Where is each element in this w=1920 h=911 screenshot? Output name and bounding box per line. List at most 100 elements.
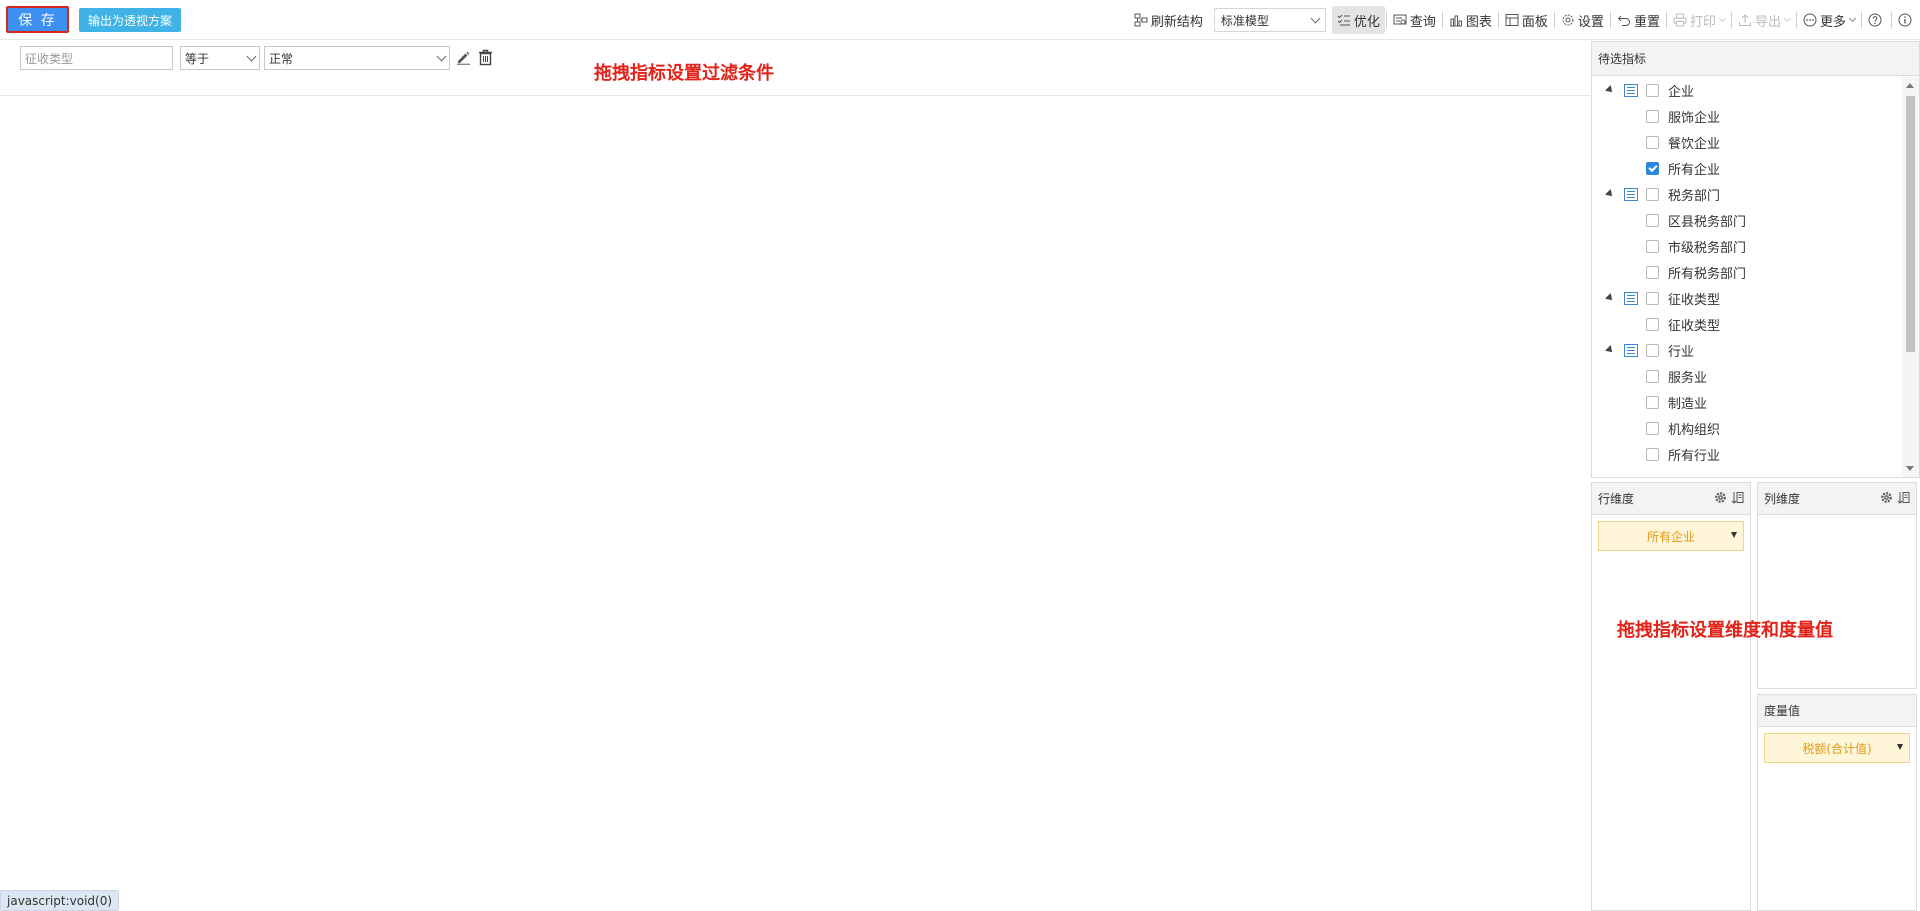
filter-value-select[interactable]: 正常 <box>264 46 450 70</box>
help-button[interactable] <box>1863 8 1890 32</box>
gear-icon[interactable] <box>1714 491 1727 507</box>
chart-button[interactable]: 图表 <box>1444 8 1497 32</box>
tree-group-label: 企业 <box>1668 84 1695 100</box>
checkbox[interactable] <box>1646 187 1659 201</box>
row-dimension-chip-label: 所有企业 <box>1646 529 1695 544</box>
scroll-down-arrow-icon[interactable] <box>1906 466 1914 471</box>
gear-icon[interactable] <box>1880 491 1893 507</box>
expand-triangle-icon[interactable] <box>1605 85 1615 95</box>
checkbox[interactable] <box>1646 135 1659 149</box>
checkbox[interactable] <box>1646 213 1659 227</box>
info-button[interactable] <box>1893 8 1920 32</box>
tree-item[interactable]: 制造业 <box>1592 389 1902 415</box>
filter-operator-select[interactable]: 等于 <box>180 46 260 70</box>
tree-item[interactable]: 机构组织 <box>1592 415 1902 441</box>
tree-group[interactable]: 征收类型 <box>1592 285 1902 311</box>
tree-item-label: 所有税务部门 <box>1668 266 1747 282</box>
measure-chip-label: 税额(合计值) <box>1802 741 1872 756</box>
sort-icon[interactable] <box>1897 491 1910 507</box>
reset-button[interactable]: 重置 <box>1612 8 1665 32</box>
divider <box>1609 12 1611 28</box>
tree-item-label: 区县税务部门 <box>1668 214 1747 230</box>
chart-label: 图表 <box>1465 14 1492 30</box>
column-dimension-box[interactable]: 列维度 <box>1757 482 1917 689</box>
tree-item[interactable]: 所有行业 <box>1592 441 1902 467</box>
tree-item[interactable]: 区县税务部门 <box>1592 207 1902 233</box>
tree-item[interactable]: 所有企业 <box>1592 155 1902 181</box>
tree-group-label: 行业 <box>1668 344 1695 360</box>
filter-field-input[interactable]: 征收类型 <box>20 46 173 70</box>
measure-box[interactable]: 度量值 税额(合计值) <box>1757 694 1917 911</box>
more-button[interactable]: 更多 <box>1798 8 1860 32</box>
settings-button[interactable]: 设置 <box>1556 8 1609 32</box>
refresh-structure-label: 刷新结构 <box>1150 14 1203 30</box>
export-label: 导出 <box>1754 14 1781 30</box>
checkbox[interactable] <box>1646 369 1659 383</box>
tree-item[interactable]: 服饰企业 <box>1592 103 1902 129</box>
panel-button[interactable]: 面板 <box>1500 8 1553 32</box>
candidate-panel-title: 待选指标 <box>1598 52 1647 66</box>
export-pivot-button[interactable]: 输出为透视方案 <box>79 8 181 32</box>
filter-area[interactable]: 征收类型 等于 正常 拖拽指标设置过滤条件 <box>0 41 1590 96</box>
tree-item[interactable]: 餐饮企业 <box>1592 129 1902 155</box>
checkbox[interactable] <box>1646 343 1659 357</box>
measure-title: 度量值 <box>1764 704 1801 718</box>
expand-triangle-icon[interactable] <box>1605 293 1615 303</box>
row-dimension-chip[interactable]: 所有企业 <box>1598 521 1744 551</box>
query-button[interactable]: 查询 <box>1388 8 1441 32</box>
model-select-value: 标准模型 <box>1220 13 1269 28</box>
tree-item[interactable]: 所有税务部门 <box>1592 259 1902 285</box>
filter-field-placeholder: 征收类型 <box>25 51 74 66</box>
tree-item[interactable]: 服务业 <box>1592 363 1902 389</box>
divider <box>1441 12 1443 28</box>
column-dimension-header: 列维度 <box>1758 483 1916 515</box>
sort-icon[interactable] <box>1731 491 1744 507</box>
toolbar-actions: 刷新结构 标准模型 优化 查询 图表 面板 设置 重置 打印 导出 更多 <box>1129 6 1920 34</box>
expand-triangle-icon[interactable] <box>1605 345 1615 355</box>
chevron-down-icon <box>246 51 257 61</box>
checkbox[interactable] <box>1646 317 1659 331</box>
tree-item-label: 餐饮企业 <box>1668 136 1721 152</box>
tree-item-label: 机构组织 <box>1668 422 1721 438</box>
refresh-structure-button[interactable]: 刷新结构 <box>1129 8 1208 32</box>
scrollbar-thumb[interactable] <box>1906 96 1915 352</box>
table-icon <box>1624 83 1638 97</box>
tree-item[interactable]: 市级税务部门 <box>1592 233 1902 259</box>
expand-triangle-icon[interactable] <box>1605 189 1615 199</box>
divider <box>1861 12 1862 28</box>
model-select[interactable]: 标准模型 <box>1213 8 1326 32</box>
indicator-tree: 企业 服饰企业 餐饮企业 所有企业 税务部门 区县税务部门 市级税务部门 所有税… <box>1592 77 1902 477</box>
checkbox[interactable] <box>1646 447 1659 461</box>
save-button[interactable]: 保 存 <box>6 6 69 33</box>
pencil-icon[interactable] <box>456 50 471 65</box>
row-dimension-box[interactable]: 行维度 所有企业 <box>1591 482 1751 911</box>
checkbox[interactable] <box>1646 239 1659 253</box>
print-button[interactable]: 打印 <box>1668 8 1730 32</box>
gear-icon <box>1561 13 1575 27</box>
help-icon <box>1868 13 1882 27</box>
tree-group[interactable]: 税务部门 <box>1592 181 1902 207</box>
checkbox[interactable] <box>1646 395 1659 409</box>
table-icon <box>1624 187 1638 201</box>
checkbox[interactable] <box>1646 421 1659 435</box>
candidate-indicators-panel: 待选指标 企业 服饰企业 餐饮企业 所有企业 税务部门 区县税务部门 市级税务部… <box>1591 41 1920 478</box>
export-button[interactable]: 导出 <box>1733 8 1795 32</box>
optimize-button[interactable]: 优化 <box>1331 6 1385 34</box>
divider <box>1730 12 1732 28</box>
tree-group[interactable]: 行业 <box>1592 337 1902 363</box>
checkbox[interactable] <box>1646 109 1659 123</box>
caret-down-icon[interactable] <box>1731 532 1737 538</box>
checkbox[interactable] <box>1646 83 1659 97</box>
caret-down-icon[interactable] <box>1897 744 1903 750</box>
tree-group[interactable]: 企业 <box>1592 77 1902 103</box>
tree-scrollbar[interactable] <box>1902 77 1919 477</box>
tree-group-label: 税务部门 <box>1668 188 1721 204</box>
checkbox[interactable] <box>1646 265 1659 279</box>
info-icon <box>1898 13 1912 27</box>
trash-icon[interactable] <box>478 49 493 66</box>
measure-chip[interactable]: 税额(合计值) <box>1764 733 1910 763</box>
tree-item[interactable]: 征收类型 <box>1592 311 1902 337</box>
checkbox-checked[interactable] <box>1646 161 1659 175</box>
scroll-up-arrow-icon[interactable] <box>1906 83 1914 88</box>
checkbox[interactable] <box>1646 291 1659 305</box>
